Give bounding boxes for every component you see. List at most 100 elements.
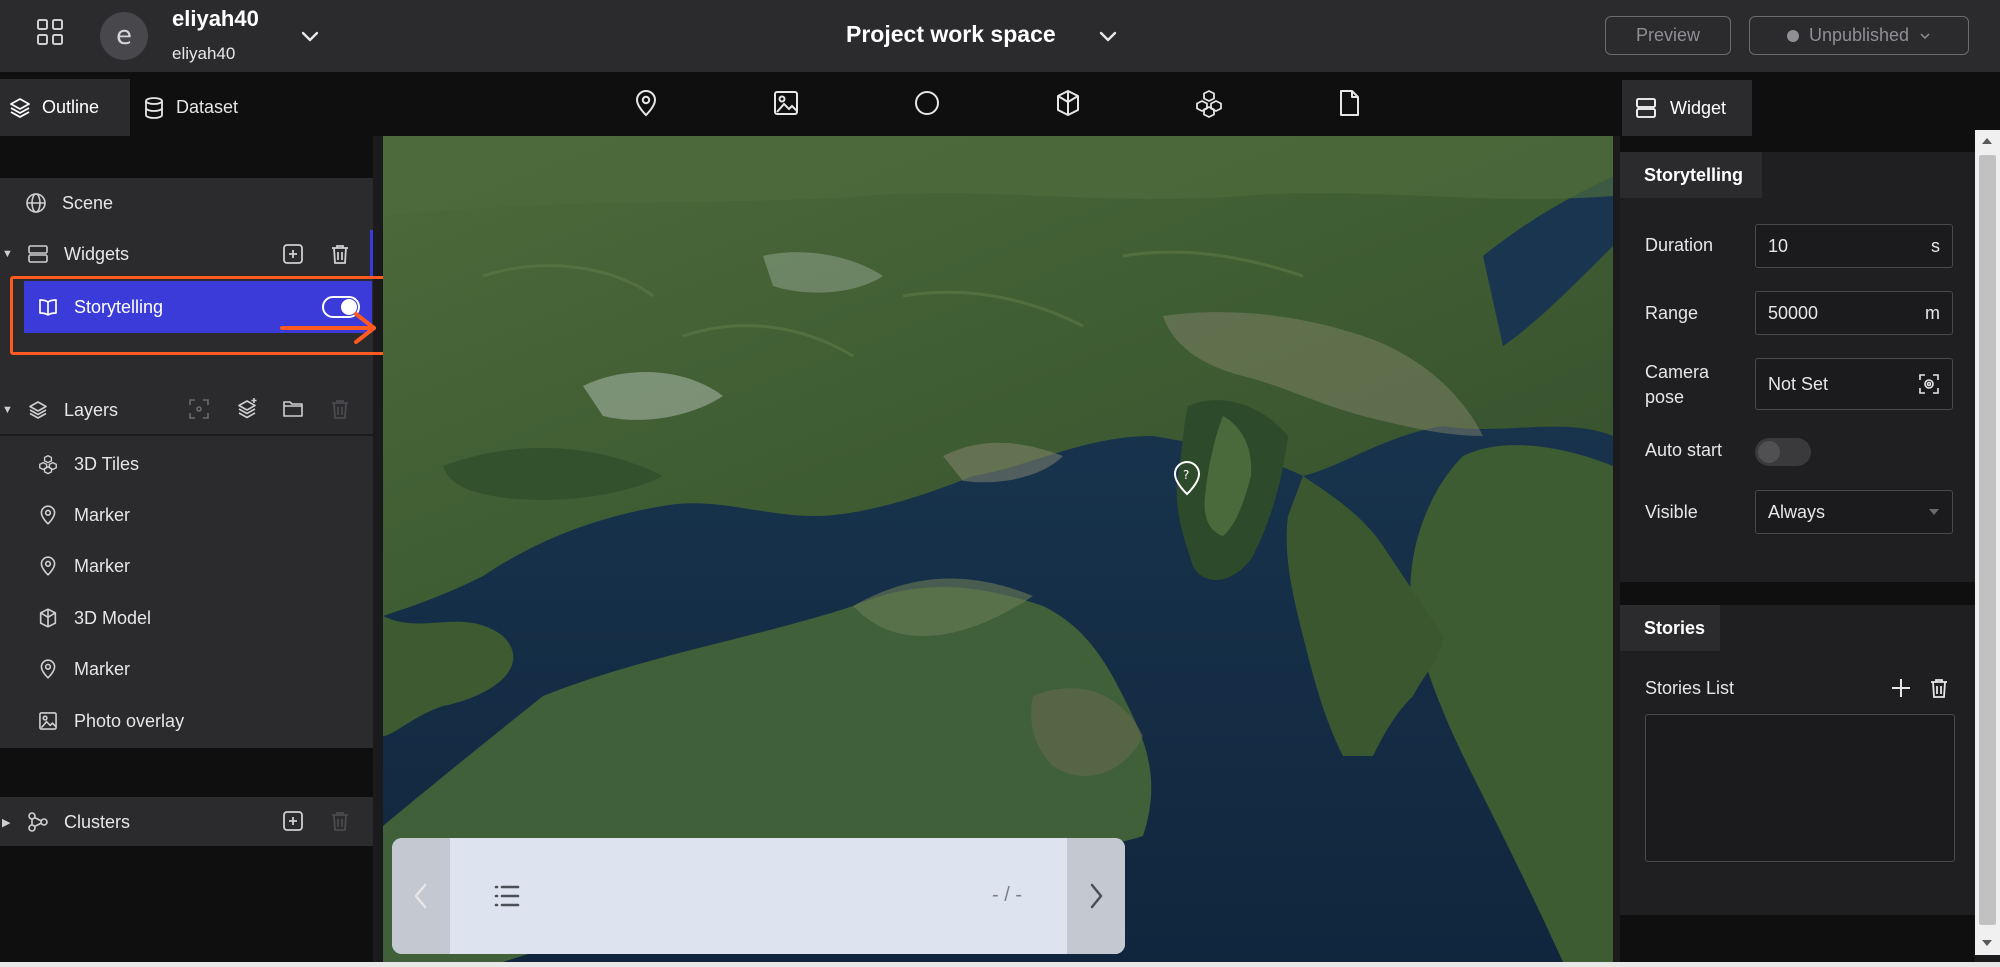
tree-item-scene[interactable]: Scene [0, 178, 373, 228]
tab-widget-label: Widget [1670, 97, 1727, 118]
delete-cluster-icon[interactable] [328, 809, 352, 833]
scroll-down-icon[interactable] [1980, 938, 1994, 948]
chevron-left-icon [414, 883, 427, 909]
database-icon [142, 96, 166, 120]
list-icon[interactable] [492, 882, 522, 910]
scroll-up-icon[interactable] [1980, 136, 1994, 146]
3d-tiles-icon [36, 452, 60, 476]
3d-tiles-icon[interactable] [1192, 86, 1226, 120]
delete-layer-icon[interactable] [328, 397, 352, 421]
layer-item-3d-tiles[interactable]: 3D Tiles [0, 439, 373, 489]
layer-item-photo-overlay[interactable]: Photo overlay [0, 696, 373, 746]
tree-item-clusters[interactable]: ▶ Clusters [0, 797, 373, 847]
file-icon[interactable] [1332, 86, 1366, 120]
focus-icon[interactable] [187, 397, 211, 421]
camera-pose-value: Not Set [1768, 373, 1829, 394]
divider [0, 434, 373, 436]
widget-icon [1634, 96, 1658, 120]
preview-button[interactable]: Preview [1605, 16, 1731, 55]
stories-list[interactable] [1645, 714, 1955, 862]
camera-pose-label-line2: pose [1645, 387, 1685, 407]
duration-label: Duration [1645, 235, 1714, 255]
widgets-label: Widgets [64, 243, 130, 264]
layers-icon [26, 398, 50, 422]
globe-icon [24, 191, 48, 215]
add-layer-icon[interactable] [235, 397, 259, 421]
layer-item-label: Marker [74, 555, 131, 576]
visible-value: Always [1768, 501, 1826, 522]
add-story-icon[interactable] [1889, 676, 1913, 700]
visible-select[interactable]: Always [1755, 490, 1953, 534]
chevron-down-icon[interactable] [1094, 22, 1122, 50]
selection-indicator [370, 230, 373, 276]
stories-list-label: Stories List [1645, 678, 1735, 698]
layer-item-3d-model[interactable]: 3D Model [0, 593, 373, 643]
expand-caret-icon[interactable]: ▼ [2, 404, 16, 416]
tab-widget[interactable]: Widget [1622, 80, 1752, 136]
layer-item-marker[interactable]: Marker [0, 541, 373, 591]
layers-label: Layers [64, 399, 119, 420]
layer-item-label: Marker [74, 658, 131, 679]
duration-input[interactable]: 10 s [1755, 224, 1953, 268]
auto-start-label: Auto start [1645, 440, 1723, 460]
user-name: eliyah40 [172, 44, 236, 63]
section-header-stories: Stories [1620, 605, 1720, 651]
workspace-name: eliyah40 [172, 6, 259, 31]
apps-grid-icon[interactable] [32, 14, 68, 50]
marker-icon [36, 657, 60, 681]
svg-text:?: ? [1183, 468, 1189, 482]
chevron-right-icon [1090, 883, 1103, 909]
visible-label: Visible [1645, 502, 1698, 522]
tab-outline-label: Outline [42, 97, 100, 117]
duration-unit: s [1931, 235, 1940, 256]
image-icon [36, 709, 60, 733]
layer-item-label: Marker [74, 504, 131, 525]
add-widget-icon[interactable] [281, 242, 305, 266]
layer-item-marker[interactable]: Marker [0, 490, 373, 540]
layer-item-label: Photo overlay [74, 710, 185, 731]
tab-dataset[interactable]: Dataset [140, 79, 270, 136]
marker-icon [36, 503, 60, 527]
delete-story-icon[interactable] [1927, 676, 1951, 700]
3d-model-icon[interactable] [1051, 86, 1085, 120]
story-panel: - / - [392, 838, 1125, 954]
map-marker-icon[interactable]: ? [1170, 458, 1204, 498]
avatar[interactable]: e [100, 12, 148, 60]
marker-icon[interactable] [629, 86, 663, 120]
camera-pose-input[interactable]: Not Set [1755, 358, 1953, 410]
scrollbar-thumb[interactable] [1979, 155, 1996, 925]
camera-pose-label-line1: Camera [1645, 362, 1710, 382]
tree-item-widgets[interactable]: ▼ Widgets [0, 229, 373, 279]
range-input[interactable]: 50000 m [1755, 291, 1953, 335]
folder-icon[interactable] [281, 397, 305, 421]
section-header-storytelling: Storytelling [1620, 152, 1762, 198]
delete-widget-icon[interactable] [328, 242, 352, 266]
clusters-icon [26, 810, 50, 834]
clusters-label: Clusters [64, 811, 131, 832]
status-dot-icon [1786, 29, 1799, 42]
expand-caret-icon[interactable]: ▶ [2, 816, 16, 829]
tab-outline[interactable]: Outline [0, 79, 130, 136]
publish-status-button[interactable]: Unpublished [1749, 16, 1969, 55]
project-title[interactable]: Project work space [846, 21, 1056, 48]
caret-down-icon [1929, 509, 1939, 515]
image-icon[interactable] [769, 86, 803, 120]
chevron-down-icon [1920, 32, 1930, 39]
auto-start-toggle[interactable] [1755, 438, 1811, 466]
story-page-indicator: - / - [992, 884, 1022, 906]
story-prev-button[interactable] [392, 838, 450, 954]
story-next-button[interactable] [1067, 838, 1125, 954]
arrow-right-icon [278, 308, 388, 348]
range-label: Range [1645, 303, 1699, 323]
add-cluster-icon[interactable] [281, 809, 305, 833]
chevron-down-icon[interactable] [296, 22, 324, 50]
expand-caret-icon[interactable]: ▼ [2, 248, 16, 260]
marker-icon [36, 554, 60, 578]
capture-camera-icon[interactable] [1918, 373, 1940, 395]
range-value: 50000 [1768, 302, 1819, 323]
layer-item-marker[interactable]: Marker [0, 644, 373, 694]
circle-icon[interactable] [910, 86, 944, 120]
3d-model-icon [36, 606, 60, 630]
layer-item-label: 3D Tiles [74, 453, 140, 474]
tab-dataset-label: Dataset [176, 97, 239, 117]
